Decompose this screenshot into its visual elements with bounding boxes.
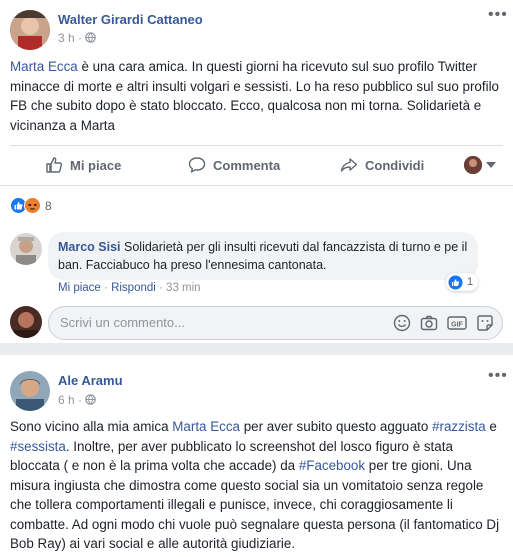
post-body: è una cara amica. In questi giorni ha ri… (10, 59, 499, 133)
chevron-down-icon (486, 162, 496, 168)
input-icons: GIF (393, 314, 494, 332)
post-text-part: e (485, 419, 497, 434)
sticker-icon[interactable] (476, 314, 494, 332)
hashtag-link[interactable]: #razzista (432, 419, 486, 434)
divider (10, 145, 503, 146)
emoji-icon[interactable] (393, 314, 411, 332)
comment-reactions[interactable]: 1 (446, 273, 479, 291)
separator-dot: · (78, 31, 86, 45)
commenter-avatar[interactable] (10, 233, 42, 265)
like-reaction-icon (448, 275, 463, 289)
share-label: Condividi (365, 157, 425, 173)
hashtag-link[interactable]: #Facebook (299, 458, 365, 473)
separator-dot: · (78, 393, 86, 407)
post-text: Marta Ecca è una cara amica. In questi g… (10, 57, 500, 135)
author-avatar[interactable] (10, 10, 50, 50)
more-icon[interactable]: ••• (488, 6, 508, 24)
comment-text: Marco Sisi Solidarietà per gli insulti r… (58, 238, 468, 274)
post-text-part: Sono vicino alla mia amica (10, 419, 173, 434)
angry-reaction-icon (24, 197, 41, 214)
comment-reply-link[interactable]: Rispondi (111, 282, 156, 294)
author-name[interactable]: Ale Aramu (58, 373, 123, 388)
comment-time[interactable]: 33 min (166, 282, 201, 294)
comment-like-count: 1 (467, 276, 474, 288)
like-button[interactable]: Mi piace (45, 152, 121, 178)
gif-icon[interactable]: GIF (447, 314, 467, 332)
post-time[interactable]: 3 h · (58, 31, 97, 45)
post-text: Sono vicino alla mia amica Marta Ecca pe… (10, 417, 502, 554)
like-label: Mi piace (70, 157, 122, 173)
comment-label: Commenta (213, 157, 281, 173)
post-card-1: Walter Girardi Cattaneo 3 h · ••• Marta … (0, 0, 513, 343)
comment-bubble: Marco Sisi Solidarietà per gli insulti r… (48, 232, 478, 280)
globe-icon (85, 394, 97, 405)
thumbs-up-icon (46, 157, 63, 173)
comment-placeholder: Scrivi un commento... (60, 315, 185, 330)
divider (0, 185, 513, 186)
comment-input[interactable]: Scrivi un commento... GIF (48, 306, 503, 340)
mention-link[interactable]: Marta Ecca (10, 59, 78, 74)
post-text-part: per aver subito questo agguato (239, 419, 433, 434)
separator-dot: · (159, 282, 167, 294)
comment-like-link[interactable]: Mi piace (58, 282, 101, 294)
camera-icon[interactable] (420, 314, 438, 332)
post-time-text[interactable]: 3 h (58, 31, 75, 45)
comment-icon (188, 157, 206, 173)
svg-text:GIF: GIF (451, 321, 463, 328)
more-icon[interactable]: ••• (488, 367, 508, 385)
share-button[interactable]: Condividi (340, 152, 424, 178)
commenter-name[interactable]: Marco Sisi (58, 240, 121, 254)
author-name[interactable]: Walter Girardi Cattaneo (58, 12, 203, 27)
author-avatar[interactable] (10, 371, 50, 411)
reaction-count: 8 (45, 198, 52, 213)
post-time-text[interactable]: 6 h (58, 393, 75, 407)
post-card-2: Ale Aramu 6 h · ••• Sono vicino alla mia… (0, 355, 513, 557)
comment-button[interactable]: Commenta (188, 152, 280, 178)
hashtag-link[interactable]: #sessista (10, 439, 66, 454)
reactions-summary[interactable]: 8 (10, 197, 52, 214)
user-avatar (464, 156, 482, 174)
current-user-avatar[interactable] (10, 306, 42, 338)
audience-selector[interactable] (464, 156, 496, 174)
post-time[interactable]: 6 h · (58, 393, 97, 407)
separator-dot: · (104, 282, 112, 294)
mention-link[interactable]: Marta Ecca (172, 419, 240, 434)
comment-actions: Mi piace · Rispondi · 33 min (58, 282, 201, 294)
share-icon (340, 158, 358, 172)
globe-icon (85, 32, 97, 43)
